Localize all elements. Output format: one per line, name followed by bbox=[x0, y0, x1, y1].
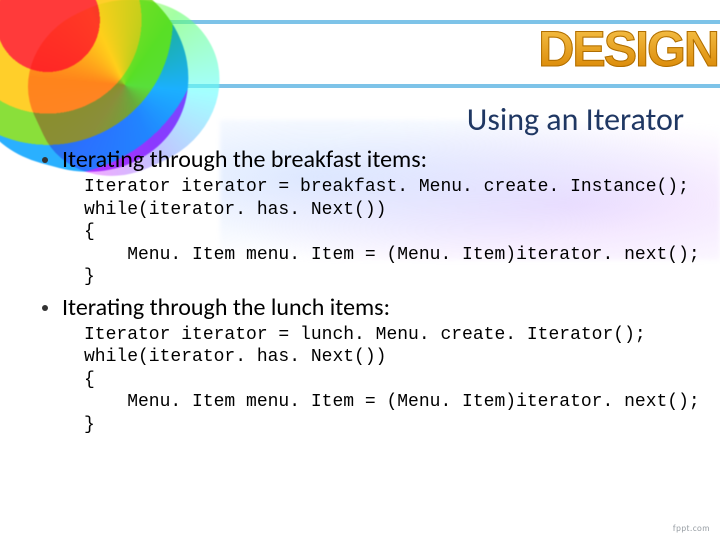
bullet-dot-icon bbox=[42, 157, 48, 163]
slide: DESIGN Using an Iterator Iterating throu… bbox=[0, 0, 720, 540]
code-line: while(iterator. has. Next()) bbox=[84, 347, 386, 367]
slide-title: Using an Iterator bbox=[36, 100, 684, 139]
code-line: } bbox=[84, 267, 95, 287]
bullet-text: Iterating through the breakfast items: bbox=[62, 145, 427, 174]
code-line: while(iterator. has. Next()) bbox=[84, 200, 386, 220]
code-line: Iterator iterator = lunch. Menu. create.… bbox=[84, 325, 646, 345]
code-line: Menu. Item menu. Item = (Menu. Item)iter… bbox=[84, 392, 700, 412]
bullet-dot-icon bbox=[42, 305, 48, 311]
slide-content: Using an Iterator Iterating through the … bbox=[0, 0, 720, 436]
bullet-row: Iterating through the breakfast items: bbox=[42, 145, 684, 174]
footer-credit: fppt.com bbox=[673, 523, 710, 534]
bullet-list: Iterating through the breakfast items: I… bbox=[36, 145, 684, 436]
list-item: Iterating through the lunch items: Itera… bbox=[42, 293, 684, 437]
code-line: Menu. Item menu. Item = (Menu. Item)iter… bbox=[84, 245, 700, 265]
code-block: Iterator iterator = breakfast. Menu. cre… bbox=[84, 176, 684, 289]
code-line: Iterator iterator = breakfast. Menu. cre… bbox=[84, 177, 689, 197]
code-line: } bbox=[84, 415, 95, 435]
list-item: Iterating through the breakfast items: I… bbox=[42, 145, 684, 289]
code-block: Iterator iterator = lunch. Menu. create.… bbox=[84, 324, 684, 437]
code-line: { bbox=[84, 222, 95, 242]
bullet-text: Iterating through the lunch items: bbox=[62, 293, 390, 322]
code-line: { bbox=[84, 370, 95, 390]
bullet-row: Iterating through the lunch items: bbox=[42, 293, 684, 322]
